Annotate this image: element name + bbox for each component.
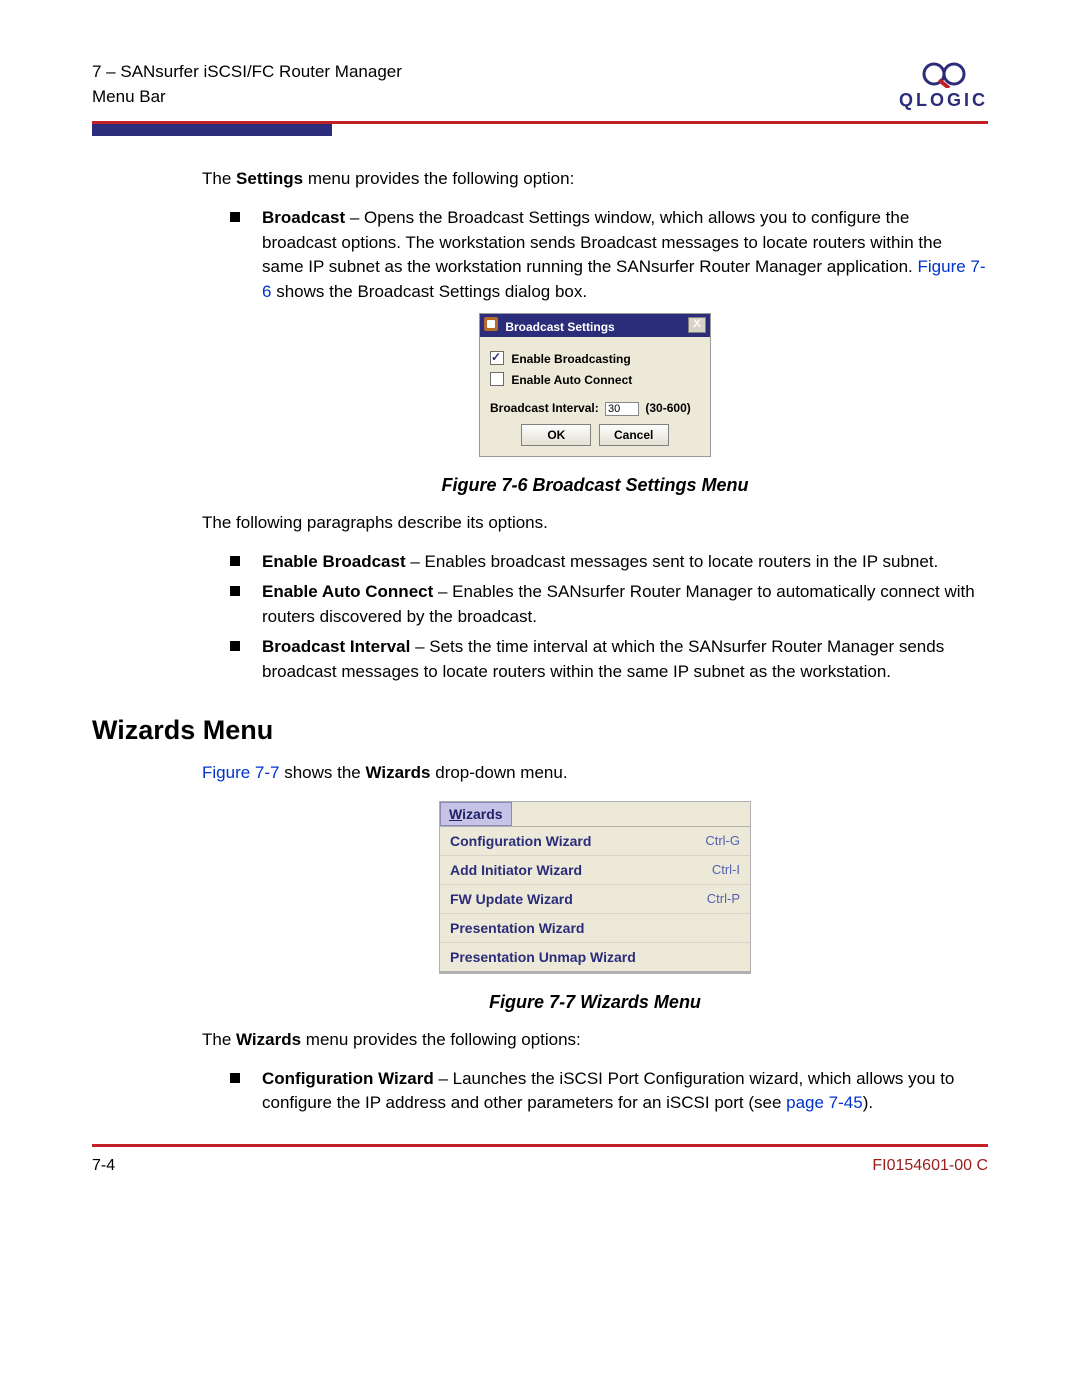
figure-7-7-caption: Figure 7-7 Wizards Menu bbox=[202, 992, 988, 1013]
section-line: Menu Bar bbox=[92, 85, 402, 110]
broadcast-settings-dialog: Broadcast Settings X Enable Broadcasting… bbox=[479, 313, 711, 457]
enable-auto-connect-row[interactable]: Enable Auto Connect bbox=[490, 372, 700, 387]
figure-7-6-caption: Figure 7-6 Broadcast Settings Menu bbox=[202, 475, 988, 496]
header-rule bbox=[92, 121, 988, 124]
qlogic-logo-icon bbox=[917, 60, 971, 88]
document-number: FI0154601-00 C bbox=[872, 1157, 988, 1175]
opt-broadcast-interval: Broadcast Interval – Sets the time inter… bbox=[202, 635, 988, 684]
opt-enable-auto-connect: Enable Auto Connect – Enables the SANsur… bbox=[202, 580, 988, 629]
java-icon bbox=[484, 317, 498, 331]
ok-button[interactable]: OK bbox=[521, 424, 591, 446]
qlogic-logo-text: QLOGIC bbox=[899, 90, 988, 111]
wizards-options-intro: The Wizards menu provides the following … bbox=[202, 1030, 988, 1050]
wizards-menu-heading: Wizards Menu bbox=[92, 715, 988, 746]
broadcast-interval-row: Broadcast Interval: 30 (30-600) bbox=[490, 401, 700, 416]
menu-item-configuration-wizard[interactable]: Configuration Wizard Ctrl-G bbox=[440, 827, 750, 856]
wizards-menu-header[interactable]: Wizards bbox=[440, 802, 512, 826]
enable-broadcasting-checkbox[interactable] bbox=[490, 351, 504, 365]
wizards-intro: Figure 7-7 shows the Wizards drop-down m… bbox=[202, 763, 988, 783]
menu-item-presentation-wizard[interactable]: Presentation Wizard bbox=[440, 914, 750, 943]
menu-item-fw-update-wizard[interactable]: FW Update Wizard Ctrl-P bbox=[440, 885, 750, 914]
page-number: 7-4 bbox=[92, 1157, 115, 1175]
settings-intro: The Settings menu provides the following… bbox=[202, 169, 988, 189]
dialog-titlebar: Broadcast Settings X bbox=[480, 314, 710, 337]
chapter-line: 7 – SANsurfer iSCSI/FC Router Manager bbox=[92, 60, 402, 85]
page-7-45-xref[interactable]: page 7-45 bbox=[786, 1093, 863, 1112]
broadcast-bullet: Broadcast – Opens the Broadcast Settings… bbox=[202, 206, 988, 305]
menu-item-presentation-unmap-wizard[interactable]: Presentation Unmap Wizard bbox=[440, 943, 750, 973]
page-header: 7 – SANsurfer iSCSI/FC Router Manager Me… bbox=[92, 60, 988, 111]
wizards-menu: Wizards Configuration Wizard Ctrl-G Add … bbox=[439, 801, 751, 974]
close-icon[interactable]: X bbox=[688, 317, 706, 333]
menu-item-add-initiator-wizard[interactable]: Add Initiator Wizard Ctrl-I bbox=[440, 856, 750, 885]
footer-rule bbox=[92, 1144, 988, 1147]
opt-enable-broadcast: Enable Broadcast – Enables broadcast mes… bbox=[202, 550, 988, 575]
options-intro: The following paragraphs describe its op… bbox=[202, 513, 988, 533]
figure-7-7-xref[interactable]: Figure 7-7 bbox=[202, 763, 279, 782]
enable-auto-connect-checkbox[interactable] bbox=[490, 372, 504, 386]
broadcast-interval-input[interactable]: 30 bbox=[605, 402, 639, 416]
qlogic-logo: QLOGIC bbox=[899, 60, 988, 111]
opt-configuration-wizard: Configuration Wizard – Launches the iSCS… bbox=[202, 1067, 988, 1116]
cancel-button[interactable]: Cancel bbox=[599, 424, 669, 446]
enable-broadcasting-row[interactable]: Enable Broadcasting bbox=[490, 351, 700, 366]
page-footer: 7-4 FI0154601-00 C bbox=[92, 1157, 988, 1175]
